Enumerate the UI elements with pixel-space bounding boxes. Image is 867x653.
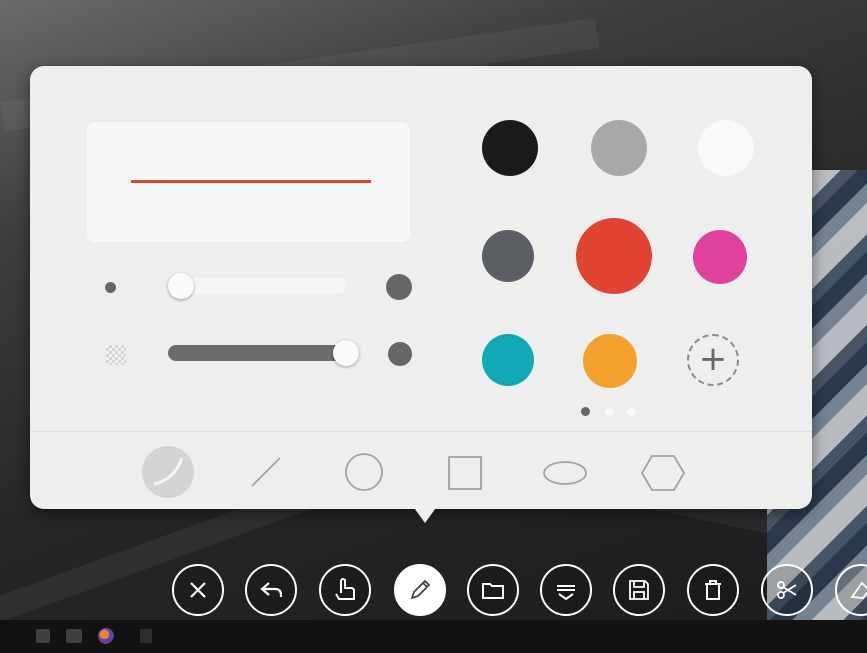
- task-view-icon[interactable]: [66, 629, 82, 643]
- folder-icon: [482, 583, 504, 599]
- color-swatch-orange[interactable]: [583, 334, 637, 388]
- page-dot-1[interactable]: [581, 407, 590, 416]
- windows-start-icon[interactable]: [36, 629, 50, 643]
- free-pen-tool-icon[interactable]: [140, 444, 196, 500]
- color-swatch-teal[interactable]: [482, 334, 534, 386]
- opacity-slider-track[interactable]: [168, 345, 350, 361]
- color-swatch-dark-gray[interactable]: [482, 230, 534, 282]
- menu-icon: [557, 585, 575, 601]
- stroke-preview-line: [131, 180, 371, 183]
- undo-button[interactable]: [245, 564, 297, 616]
- opacity-slider-handle[interactable]: [333, 340, 359, 366]
- touch-mode-button[interactable]: [319, 564, 371, 616]
- menu-button[interactable]: [540, 564, 592, 616]
- color-swatch-black[interactable]: [482, 120, 538, 176]
- close-button[interactable]: [172, 564, 224, 616]
- add-color-button[interactable]: +: [687, 334, 739, 386]
- color-swatch-red[interactable]: [576, 218, 652, 294]
- transparency-icon: [106, 345, 126, 365]
- hand-pointer-icon: [335, 578, 355, 600]
- close-icon: [190, 582, 206, 598]
- square-tool-icon[interactable]: [445, 453, 485, 493]
- ellipse-tool-icon[interactable]: [540, 458, 590, 488]
- color-swatch-gray[interactable]: [591, 120, 647, 176]
- color-swatch-magenta[interactable]: [693, 230, 747, 284]
- line-tool-icon[interactable]: [246, 452, 286, 492]
- save-button[interactable]: [613, 564, 665, 616]
- circle-tool-icon[interactable]: [342, 450, 386, 494]
- open-folder-button[interactable]: [467, 564, 519, 616]
- trash-icon: [705, 580, 721, 600]
- scissors-button[interactable]: [761, 564, 813, 616]
- delete-button[interactable]: [687, 564, 739, 616]
- color-swatch-white[interactable]: [698, 120, 754, 176]
- opacity-full-icon: [388, 342, 412, 366]
- pen-button[interactable]: [394, 564, 446, 616]
- windows-taskbar: [0, 620, 867, 653]
- taskbar-app-icon[interactable]: [140, 629, 152, 643]
- pen-icon: [410, 579, 431, 600]
- scissors-icon: [777, 581, 797, 599]
- page-dot-3[interactable]: [627, 407, 636, 416]
- shape-divider: [30, 431, 812, 432]
- pen-settings-panel: +: [30, 66, 812, 509]
- firefox-icon[interactable]: [98, 628, 114, 644]
- page-dot-2[interactable]: [605, 407, 614, 416]
- undo-icon: [260, 582, 283, 597]
- eraser-icon: [850, 581, 867, 599]
- size-slider-track[interactable]: [170, 278, 346, 294]
- size-small-icon: [105, 282, 116, 293]
- size-slider-handle[interactable]: [168, 273, 194, 299]
- hexagon-tool-icon[interactable]: [638, 452, 688, 494]
- size-large-icon: [386, 274, 412, 300]
- save-icon: [629, 580, 649, 600]
- stroke-preview: [87, 122, 410, 242]
- panel-pointer: [412, 505, 438, 523]
